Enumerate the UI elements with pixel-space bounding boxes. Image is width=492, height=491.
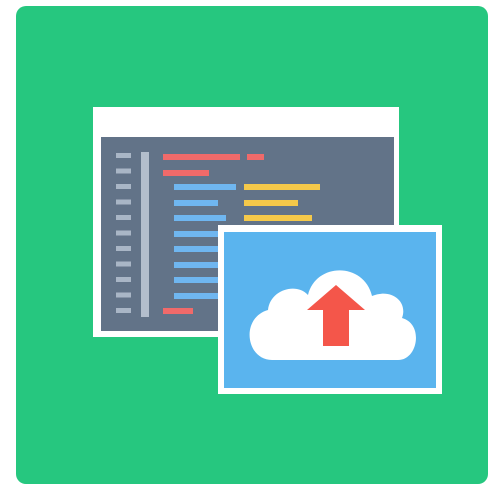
code-line-segment xyxy=(244,215,312,221)
line-number-mark xyxy=(116,277,131,282)
editor-titlebar xyxy=(96,110,396,134)
code-line-segment xyxy=(174,215,226,221)
upload-arrow-shaft xyxy=(323,308,349,346)
code-line-segment xyxy=(174,293,218,299)
code-line-segment xyxy=(174,184,236,190)
line-number-mark xyxy=(116,246,131,251)
code-line-segment xyxy=(174,277,218,283)
icon-canvas xyxy=(0,0,492,491)
code-line-segment xyxy=(174,262,218,268)
line-number-mark xyxy=(116,184,131,189)
code-line-segment xyxy=(174,246,222,252)
code-line-segment xyxy=(247,154,264,160)
editor-gutter xyxy=(141,152,149,317)
cloud-upload-window-icon xyxy=(218,225,442,394)
code-line-segment xyxy=(244,200,298,206)
code-line-segment xyxy=(163,154,240,160)
line-number-mark xyxy=(116,230,131,236)
code-line-segment xyxy=(244,184,320,190)
line-number-mark xyxy=(116,261,131,267)
line-number-mark xyxy=(116,153,131,158)
line-number-mark xyxy=(116,215,131,220)
code-line-segment xyxy=(163,170,209,176)
line-number-mark xyxy=(116,292,131,298)
code-upload-icon xyxy=(93,107,442,394)
line-number-mark xyxy=(116,168,131,174)
line-number-mark xyxy=(116,199,131,205)
code-line-segment xyxy=(174,200,218,206)
line-number-mark xyxy=(116,308,131,313)
code-line-segment xyxy=(163,308,193,314)
